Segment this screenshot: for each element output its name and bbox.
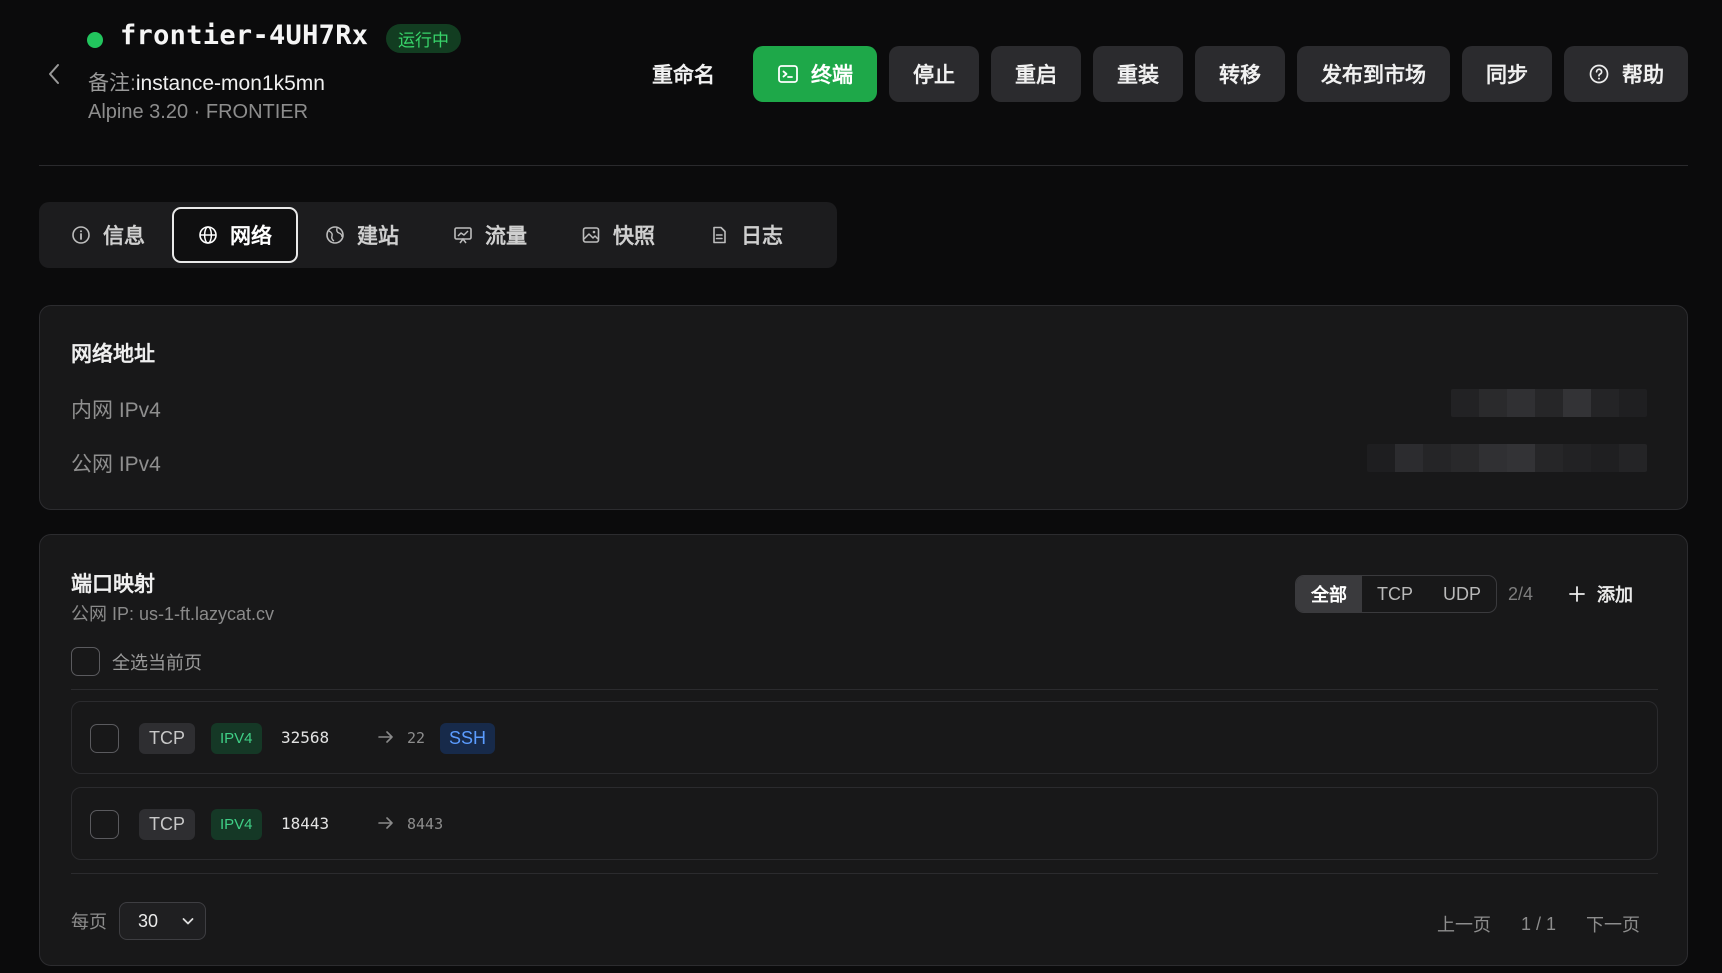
list-divider [71, 689, 1658, 690]
tab-label: 日志 [741, 225, 783, 248]
per-page-control: 每页 30 [71, 902, 206, 940]
globe-icon [199, 226, 217, 244]
select-all-checkbox[interactable] [71, 647, 100, 676]
header-divider [39, 165, 1688, 166]
add-mapping-button[interactable]: 添加 [1567, 575, 1633, 613]
public-ipv4-value-masked [1367, 444, 1647, 472]
protocol-badge: TCP [139, 723, 195, 754]
tab-logs[interactable]: 日志 [682, 207, 810, 263]
pagination: 上一页 1 / 1 下一页 [1437, 911, 1640, 937]
add-label: 添加 [1597, 585, 1633, 605]
network-address-card: 网络地址 内网 IPv4 公网 IPv4 [39, 305, 1688, 510]
remark-value: instance-mon1k5mn [135, 72, 325, 95]
tab-info[interactable]: 信息 [44, 207, 172, 263]
sync-button[interactable]: 同步 [1462, 46, 1552, 102]
terminal-label: 终端 [811, 64, 853, 87]
terminal-button[interactable]: 终端 [753, 46, 877, 102]
page-indicator: 1 / 1 [1520, 913, 1556, 934]
private-port: 22 [407, 729, 426, 747]
remark-label: 备注: [88, 72, 136, 95]
os-info: Alpine 3.20 · FRONTIER [88, 101, 309, 123]
tab-website[interactable]: 建站 [298, 207, 426, 263]
tab-network[interactable]: 网络 [172, 207, 298, 263]
tab-label: 流量 [485, 225, 527, 248]
next-page-button[interactable]: 下一页 [1586, 911, 1640, 937]
chart-icon [454, 227, 472, 244]
filter-udp[interactable]: UDP [1428, 576, 1496, 612]
chevron-down-icon [182, 918, 194, 925]
ip-version-badge: IPV4 [211, 809, 262, 840]
per-page-select[interactable]: 30 [119, 902, 206, 940]
tab-label: 信息 [103, 225, 145, 248]
service-badge: SSH [440, 723, 496, 754]
footer-divider [71, 873, 1658, 874]
tab-label: 快照 [613, 225, 655, 248]
table-row: TCP IPV4 18443 8443 [71, 787, 1658, 860]
restart-button[interactable]: 重启 [991, 46, 1081, 102]
help-icon [1589, 64, 1609, 84]
row-checkbox[interactable] [90, 724, 119, 753]
instance-header: frontier-4UH7Rx 运行中 备注:instance-mon1k5mn… [0, 0, 1722, 165]
public-port: 18443 [281, 814, 330, 833]
status-badge: 运行中 [386, 24, 461, 53]
row-checkbox[interactable] [90, 810, 119, 839]
tab-bar: 信息 网络 建站 流量 快照 日志 [39, 202, 837, 268]
ip-version-badge: IPV4 [211, 723, 262, 754]
per-page-value: 30 [138, 910, 159, 931]
status-dot-icon [87, 32, 103, 48]
port-mapping-card: 端口映射 公网 IP: us-1-ft.lazycat.cv 全部 TCP UD… [39, 534, 1688, 966]
arrow-right-icon [378, 817, 393, 829]
port-mapping-title: 端口映射 [71, 573, 155, 596]
filter-all[interactable]: 全部 [1296, 576, 1362, 612]
mapping-count: 2/4 [1508, 584, 1534, 604]
chevron-left-icon [49, 64, 59, 84]
stop-button[interactable]: 停止 [889, 46, 979, 102]
protocol-filter: 全部 TCP UDP [1295, 575, 1498, 613]
action-toolbar: 重命名 终端 停止 重启 重装 转移 发布到市场 同步 帮助 [652, 46, 1688, 102]
web-icon [326, 226, 344, 244]
filter-tcp[interactable]: TCP [1362, 576, 1428, 612]
protocol-badge: TCP [139, 809, 195, 840]
tab-snapshot[interactable]: 快照 [554, 207, 682, 263]
file-icon [713, 226, 726, 244]
private-ipv4-label: 内网 IPv4 [71, 399, 161, 422]
reinstall-button[interactable]: 重装 [1093, 46, 1183, 102]
info-icon [72, 226, 90, 244]
public-port: 32568 [281, 728, 330, 747]
rename-button[interactable]: 重命名 [652, 46, 741, 102]
transfer-button[interactable]: 转移 [1195, 46, 1285, 102]
help-label: 帮助 [1622, 64, 1664, 87]
arrow-right-icon [378, 731, 393, 743]
instance-name: frontier-4UH7Rx [120, 20, 369, 51]
select-all-row[interactable]: 全选当前页 [71, 647, 202, 676]
tab-label: 建站 [357, 225, 399, 248]
public-ipv4-label: 公网 IPv4 [71, 453, 161, 476]
tab-label: 网络 [230, 225, 272, 248]
private-port: 8443 [407, 815, 444, 833]
image-icon [582, 227, 600, 243]
tab-traffic[interactable]: 流量 [426, 207, 554, 263]
select-all-label: 全选当前页 [112, 652, 202, 673]
per-page-label: 每页 [71, 912, 107, 932]
instance-remark: 备注:instance-mon1k5mn [88, 67, 325, 97]
terminal-icon [778, 65, 798, 83]
plus-icon [1569, 586, 1585, 602]
private-ipv4-value-masked [1451, 389, 1647, 417]
publish-button[interactable]: 发布到市场 [1297, 46, 1450, 102]
help-button[interactable]: 帮助 [1564, 46, 1688, 102]
network-address-title: 网络地址 [71, 343, 155, 366]
public-ip-host: 公网 IP: us-1-ft.lazycat.cv [71, 604, 275, 624]
prev-page-button[interactable]: 上一页 [1437, 911, 1491, 937]
back-button[interactable] [40, 60, 68, 88]
table-row: TCP IPV4 32568 22 SSH [71, 701, 1658, 774]
